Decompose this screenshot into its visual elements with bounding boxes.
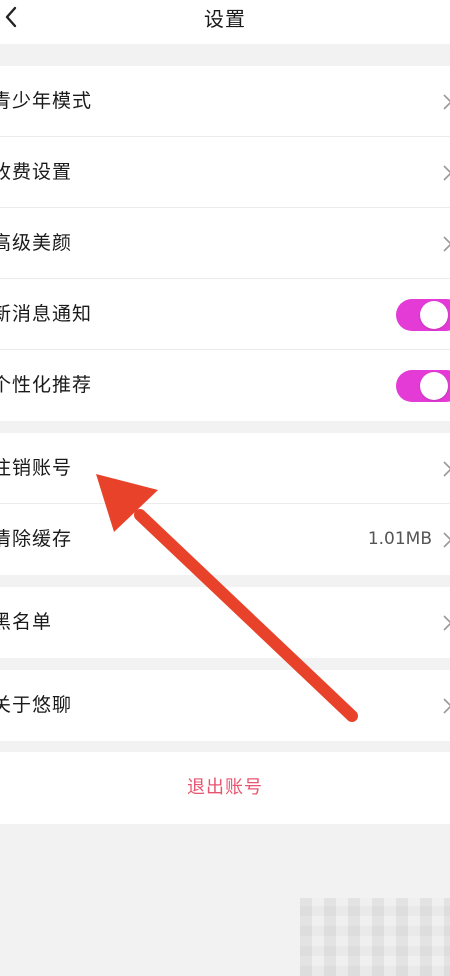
logout-section: 退出账号	[0, 752, 450, 824]
settings-section-general: 青少年模式 收费设置 高级美颜 新消息通知 个性化推荐	[0, 66, 450, 421]
logout-button[interactable]: 退出账号	[0, 752, 450, 824]
chevron-right-icon	[443, 461, 450, 477]
settings-row-personalized-recommend: 个性化推荐	[0, 350, 450, 421]
row-label: 青少年模式	[0, 90, 93, 112]
row-label: 新消息通知	[0, 303, 93, 325]
settings-row-clear-cache[interactable]: 清除缓存 1.01MB	[0, 504, 450, 575]
row-label: 收费设置	[0, 161, 73, 183]
chevron-right-icon	[443, 236, 450, 252]
settings-section-about: 关于悠聊	[0, 670, 450, 741]
page-title: 设置	[204, 7, 246, 31]
settings-section-blacklist: 黑名单	[0, 587, 450, 658]
top-bar: 设置	[0, 0, 450, 44]
settings-row-about[interactable]: 关于悠聊	[0, 670, 450, 741]
chevron-right-icon	[443, 165, 450, 181]
settings-row-advanced-beauty[interactable]: 高级美颜	[0, 208, 450, 279]
toggle-knob	[420, 301, 448, 329]
notification-toggle[interactable]	[396, 299, 450, 331]
settings-row-new-message-notify: 新消息通知	[0, 279, 450, 350]
row-label: 个性化推荐	[0, 374, 93, 396]
settings-row-fee-settings[interactable]: 收费设置	[0, 137, 450, 208]
row-label: 高级美颜	[0, 232, 73, 254]
settings-row-youth-mode[interactable]: 青少年模式	[0, 66, 450, 137]
chevron-right-icon	[443, 94, 450, 110]
row-label: 注销账号	[0, 457, 73, 479]
row-label: 清除缓存	[0, 528, 73, 550]
chevron-right-icon	[443, 698, 450, 714]
cache-size-value: 1.01MB	[367, 529, 432, 549]
chevron-right-icon	[443, 615, 450, 631]
watermark	[300, 898, 450, 976]
recommendation-toggle[interactable]	[396, 370, 450, 402]
toggle-knob	[420, 372, 448, 400]
settings-section-account: 注销账号 清除缓存 1.01MB	[0, 433, 450, 575]
row-label: 黑名单	[0, 611, 53, 633]
chevron-right-icon	[443, 532, 450, 548]
row-label: 关于悠聊	[0, 694, 73, 716]
settings-row-blacklist[interactable]: 黑名单	[0, 587, 450, 658]
settings-row-delete-account[interactable]: 注销账号	[0, 433, 450, 504]
